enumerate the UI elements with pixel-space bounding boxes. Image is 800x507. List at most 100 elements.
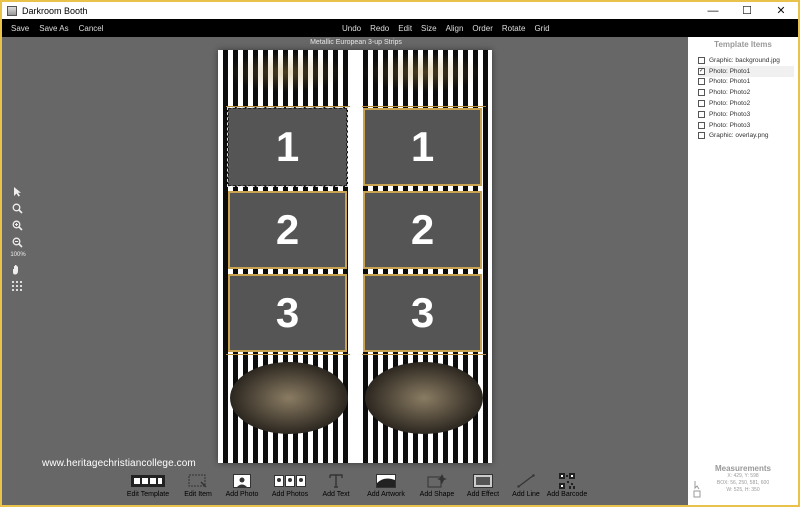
edit-item-icon <box>188 474 207 488</box>
template-item[interactable]: Photo: Photo2 <box>698 98 798 109</box>
zoom-icon[interactable] <box>10 201 24 215</box>
add-artwork-label: Add Artwork <box>367 491 405 498</box>
measure-wh: W: 525, H: 350 <box>726 487 760 493</box>
template-item-label: Photo: Photo2 <box>709 100 751 108</box>
photo-slot-3[interactable]: 3 <box>228 274 347 352</box>
zoom-out-icon[interactable] <box>10 235 24 249</box>
add-shape-button[interactable]: Add Shape <box>416 472 458 498</box>
checkbox[interactable] <box>698 78 705 86</box>
top-ornament <box>226 52 346 92</box>
measure-xy: X: 429, Y: 598 <box>727 473 759 479</box>
canvas-title: Metallic European 3-up Strips <box>310 39 402 46</box>
template-items-panel: Template Items Graphic: background.jpg ✓… <box>688 37 798 505</box>
add-barcode-button[interactable]: Add Barcode <box>544 472 590 498</box>
photo-slot-2[interactable]: 2 <box>363 191 482 269</box>
template-item-label: Photo: Photo2 <box>709 89 751 97</box>
template-item-label: Graphic: background.jpg <box>709 56 780 64</box>
photo-slot-1[interactable]: 1 <box>227 107 348 187</box>
add-artwork-button[interactable]: Add Artwork <box>360 472 412 498</box>
photo-icon <box>233 474 251 488</box>
template-items-title: Template Items <box>714 40 772 49</box>
text-icon <box>329 474 343 488</box>
add-shape-label: Add Shape <box>419 491 455 498</box>
add-barcode-label: Add Barcode <box>546 491 588 498</box>
measure-icon <box>693 480 701 498</box>
close-button[interactable]: ✕ <box>764 2 798 19</box>
bottom-toolbar: Edit Template Edit Item Add Photo Add Ph… <box>120 472 600 504</box>
checkbox[interactable] <box>698 121 705 129</box>
photos-icon <box>274 475 306 487</box>
measure-box: BOX: 56, 250, 581, 600 <box>716 480 770 486</box>
shape-icon <box>427 474 447 488</box>
grid-icon[interactable] <box>10 279 24 293</box>
template-item-label: Photo: Photo1 <box>709 67 751 75</box>
template-item[interactable]: Photo: Photo3 <box>698 109 798 120</box>
checkbox[interactable] <box>698 100 705 108</box>
order-menu[interactable]: Order <box>472 24 492 33</box>
film-strip-icon <box>131 475 165 487</box>
photo-slot-1[interactable]: 1 <box>363 108 482 186</box>
top-ornament <box>363 52 483 92</box>
bottom-ornament <box>230 362 348 434</box>
add-effect-button[interactable]: Add Effect <box>462 472 504 498</box>
template-item[interactable]: Photo: Photo1 <box>698 77 798 88</box>
menu-bar: Save Save As Cancel Undo Redo Edit Size … <box>2 19 798 37</box>
artwork-icon <box>376 474 396 488</box>
template-item[interactable]: Graphic: background.jpg <box>698 55 798 66</box>
pointer-icon[interactable] <box>10 184 24 198</box>
strip-divider <box>350 50 360 463</box>
save-button[interactable]: Save <box>11 24 29 33</box>
template-item[interactable]: Graphic: overlay.png <box>698 131 798 142</box>
photo-slot-2[interactable]: 2 <box>228 191 347 269</box>
rotate-menu[interactable]: Rotate <box>502 24 526 33</box>
gold-rule <box>362 354 486 355</box>
size-menu[interactable]: Size <box>421 24 437 33</box>
grid-menu[interactable]: Grid <box>534 24 549 33</box>
align-menu[interactable]: Align <box>446 24 464 33</box>
add-line-button[interactable]: Add Line <box>508 472 544 498</box>
template-item[interactable]: Photo: Photo2 <box>698 87 798 98</box>
bottom-ornament <box>365 362 483 434</box>
add-photos-button[interactable]: Add Photos <box>268 472 312 498</box>
checkbox-checked[interactable]: ✓ <box>698 67 705 75</box>
template-item[interactable]: Photo: Photo3 <box>698 120 798 131</box>
window-title: Darkroom Booth <box>22 5 88 16</box>
cancel-button[interactable]: Cancel <box>79 24 104 33</box>
line-icon <box>517 474 535 488</box>
barcode-icon <box>559 473 575 489</box>
add-photo-button[interactable]: Add Photo <box>222 472 262 498</box>
photo-slot-3[interactable]: 3 <box>363 274 482 352</box>
pan-hand-icon[interactable] <box>10 262 24 276</box>
template-item-label: Graphic: overlay.png <box>709 132 769 140</box>
edit-template-button[interactable]: Edit Template <box>120 472 176 498</box>
undo-button[interactable]: Undo <box>342 24 361 33</box>
edit-item-button[interactable]: Edit Item <box>178 472 218 498</box>
edit-menu[interactable]: Edit <box>398 24 412 33</box>
template-item-label: Photo: Photo3 <box>709 110 751 118</box>
checkbox[interactable] <box>698 56 705 64</box>
checkbox[interactable] <box>698 132 705 140</box>
maximize-button[interactable]: ☐ <box>730 2 764 19</box>
gold-rule <box>226 354 350 355</box>
template-item-label: Photo: Photo3 <box>709 121 751 129</box>
minimize-button[interactable]: — <box>696 2 730 19</box>
checkbox[interactable] <box>698 89 705 97</box>
redo-button[interactable]: Redo <box>370 24 389 33</box>
watermark-text: www.heritagechristiancollege.com <box>42 458 196 469</box>
toolbox: 100% <box>10 184 26 296</box>
app-window: Darkroom Booth — ☐ ✕ Save Save As Cancel… <box>0 0 800 507</box>
gold-rule <box>226 106 350 107</box>
measurements-title: Measurements <box>714 464 772 473</box>
edit-item-label: Edit Item <box>184 491 212 498</box>
checkbox[interactable] <box>698 110 705 118</box>
zoom-level[interactable]: 100% <box>10 252 26 258</box>
effect-icon <box>473 474 493 488</box>
add-text-button[interactable]: Add Text <box>318 472 354 498</box>
save-as-button[interactable]: Save As <box>39 24 68 33</box>
gold-rule <box>362 106 486 107</box>
template-canvas[interactable]: 1 2 3 1 2 3 <box>218 50 492 463</box>
app-icon <box>7 5 17 16</box>
template-item[interactable]: ✓ Photo: Photo1 <box>698 65 794 77</box>
zoom-in-icon[interactable] <box>10 218 24 232</box>
add-photos-label: Add Photos <box>271 491 309 498</box>
